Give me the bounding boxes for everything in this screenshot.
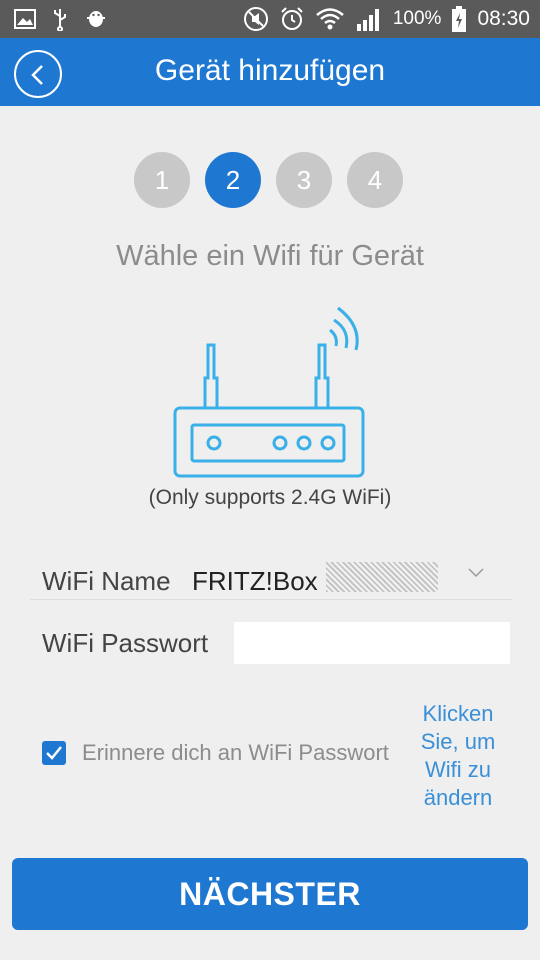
app-bar: Gerät hinzufügen xyxy=(0,38,540,106)
android-debug-icon xyxy=(87,11,105,27)
support-note: (Only supports 2.4G WiFi) xyxy=(148,486,392,509)
remember-password-row[interactable]: Erinnere dich an WiFi Passwort xyxy=(42,740,389,766)
wifi-icon xyxy=(316,8,344,30)
wifi-password-label: WiFi Passwort xyxy=(42,628,209,658)
wifi-name-row[interactable]: WiFi Name FRITZ!Box xyxy=(30,556,512,600)
image-icon xyxy=(14,9,36,29)
router-icon xyxy=(173,306,365,478)
step-3: 3 xyxy=(276,152,332,208)
step-1: 1 xyxy=(134,152,190,208)
signal-icon xyxy=(356,9,379,31)
status-bar: 100% 08:30 xyxy=(0,0,540,38)
step-indicator: 1 2 3 4 xyxy=(134,152,403,208)
step-4: 4 xyxy=(347,152,403,208)
instruction-text: Wähle ein Wifi für Gerät xyxy=(116,240,424,272)
next-button[interactable]: NÄCHSTER xyxy=(12,858,528,930)
no-sound-icon xyxy=(243,7,268,31)
step-2: 2 xyxy=(205,152,261,208)
redacted-ssid xyxy=(326,562,438,592)
change-wifi-link[interactable]: Klicken Sie, um Wifi zu ändern xyxy=(408,700,508,812)
battery-charging-icon xyxy=(452,6,467,32)
wifi-name-label: WiFi Name xyxy=(42,566,171,596)
status-bar-right: 100% 08:30 xyxy=(243,4,530,34)
usb-icon xyxy=(54,9,66,31)
alarm-icon xyxy=(281,7,303,30)
chevron-down-icon[interactable] xyxy=(468,568,484,578)
clock: 08:30 xyxy=(477,7,530,30)
check-icon xyxy=(46,746,62,760)
status-bar-left xyxy=(14,6,108,32)
page-title: Gerät hinzufügen xyxy=(154,54,386,87)
wifi-name-value: FRITZ!Box xyxy=(192,566,318,596)
battery-percent: 100% xyxy=(392,8,442,29)
wifi-password-input[interactable] xyxy=(234,622,510,664)
remember-label: Erinnere dich an WiFi Passwort xyxy=(82,740,389,765)
remember-checkbox[interactable] xyxy=(42,741,66,765)
